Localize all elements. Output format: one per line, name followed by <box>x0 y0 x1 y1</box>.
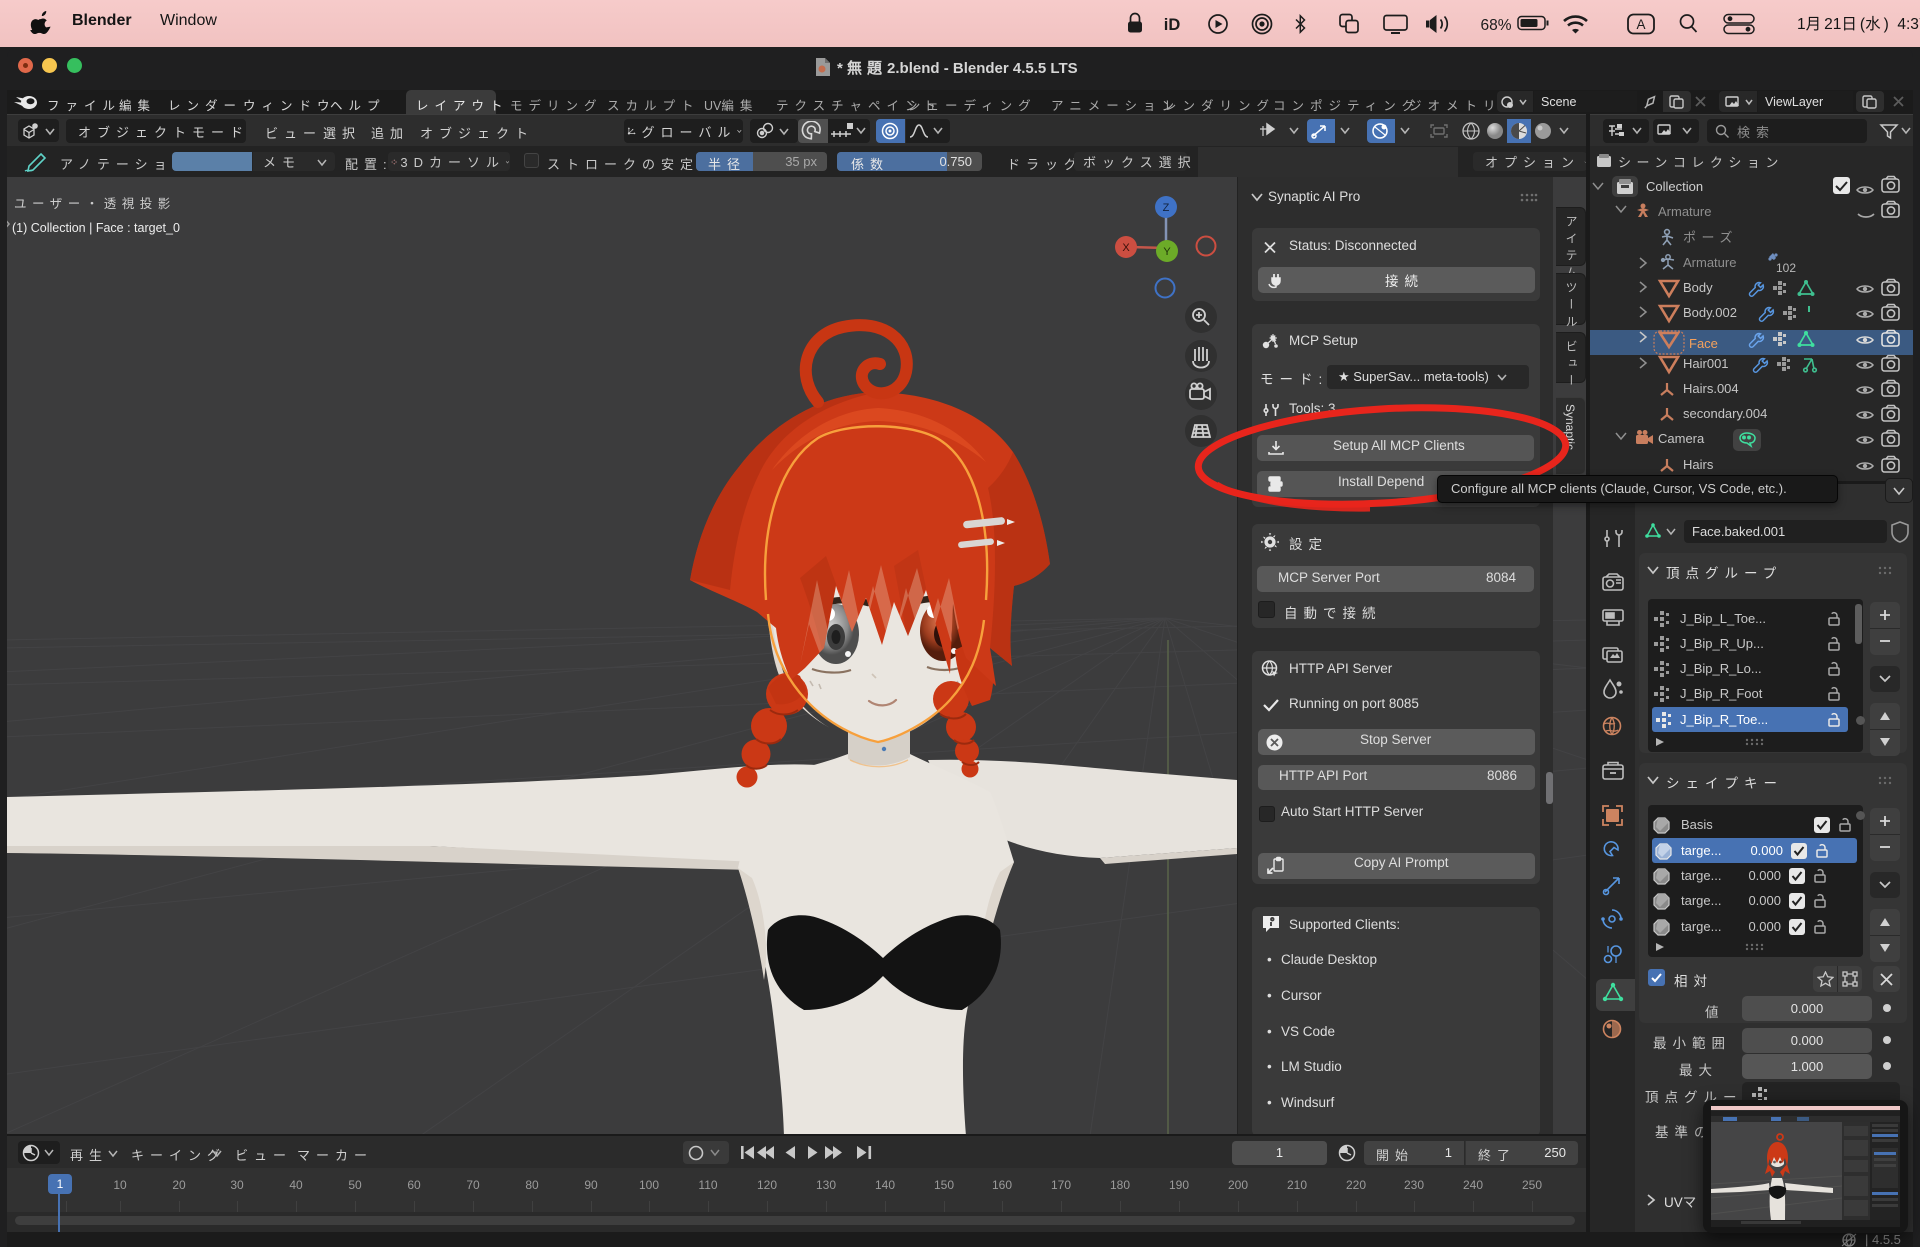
svg-text:102: 102 <box>1776 261 1796 275</box>
svg-text:Armature: Armature <box>1683 255 1736 270</box>
svg-text:Hairs: Hairs <box>1683 457 1714 472</box>
svg-text:(1) Collection | Face : target: (1) Collection | Face : target_0 <box>12 221 180 235</box>
svg-text:ユーザー・透視投影: ユーザー・透視投影 <box>14 196 176 211</box>
svg-text:Face: Face <box>1689 336 1718 351</box>
svg-text:Armature: Armature <box>1658 204 1711 219</box>
svg-text:68%: 68% <box>1480 17 1511 34</box>
svg-text:Y: Y <box>1163 246 1171 258</box>
svg-text:Z: Z <box>1163 202 1170 214</box>
svg-text:secondary.004: secondary.004 <box>1683 406 1767 421</box>
svg-text:A: A <box>1636 17 1645 32</box>
svg-text:Hairs.004: Hairs.004 <box>1683 381 1739 396</box>
svg-text:Collection: Collection <box>1646 179 1703 194</box>
svg-text:Body: Body <box>1683 280 1713 295</box>
svg-text:Body.002: Body.002 <box>1683 305 1737 320</box>
svg-text:Hair001: Hair001 <box>1683 356 1729 371</box>
svg-text:ポーズ: ポーズ <box>1683 230 1738 245</box>
svg-text:Camera: Camera <box>1658 431 1705 446</box>
svg-text:iD: iD <box>1164 16 1181 34</box>
svg-text:X: X <box>1122 242 1130 254</box>
svg-text:シーンコレクション: シーンコレクション <box>1618 155 1784 170</box>
